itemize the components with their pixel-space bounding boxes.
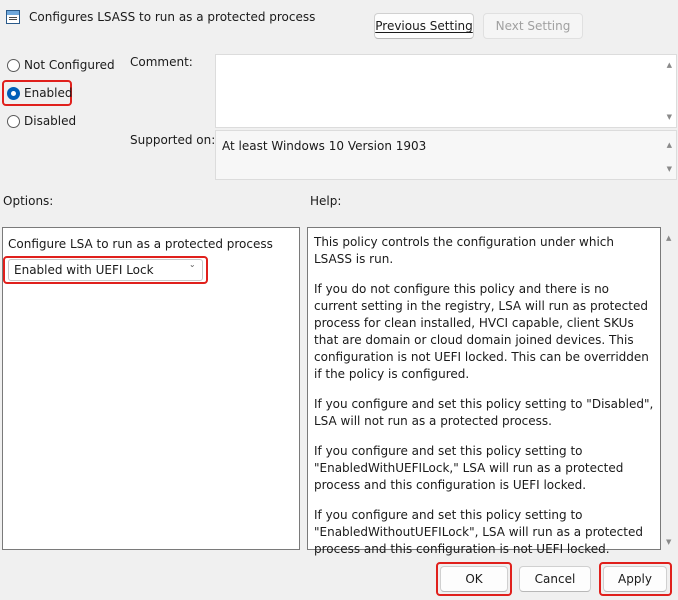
help-paragraph: This policy controls the configuration u… bbox=[314, 235, 614, 266]
radio-enabled-label: Enabled bbox=[24, 86, 73, 100]
next-setting-button[interactable]: Next Setting bbox=[483, 13, 583, 39]
policy-setting-icon bbox=[6, 10, 20, 24]
next-setting-label: Next Setting bbox=[495, 19, 571, 33]
apply-highlight-box bbox=[599, 562, 672, 596]
previous-setting-button[interactable]: Previous Setting bbox=[374, 13, 474, 39]
scroll-down-icon[interactable]: ▼ bbox=[667, 113, 672, 121]
scroll-up-icon[interactable]: ▲ bbox=[666, 234, 671, 242]
radio-circle-icon bbox=[7, 114, 20, 128]
help-paragraph: If you configure and set this policy set… bbox=[314, 508, 643, 556]
dropdown-highlight-box bbox=[3, 256, 208, 284]
comment-textarea[interactable]: ▲ ▼ bbox=[215, 54, 677, 128]
radio-circle-icon bbox=[7, 58, 20, 72]
scroll-up-icon[interactable]: ▲ bbox=[667, 141, 672, 149]
radio-disabled-label: Disabled bbox=[24, 114, 77, 128]
configure-lsa-label: Configure LSA to run as a protected proc… bbox=[8, 237, 273, 251]
help-paragraph: If you configure and set this policy set… bbox=[314, 397, 654, 428]
scroll-down-icon[interactable]: ▼ bbox=[666, 538, 671, 546]
options-header: Options: bbox=[3, 194, 54, 208]
scroll-up-icon[interactable]: ▲ bbox=[667, 61, 672, 69]
help-header: Help: bbox=[310, 194, 342, 208]
comment-label: Comment: bbox=[130, 55, 193, 69]
radio-not-configured-label: Not Configured bbox=[24, 58, 115, 72]
scroll-down-icon[interactable]: ▼ bbox=[667, 165, 672, 173]
radio-enabled[interactable]: Enabled bbox=[7, 86, 73, 100]
cancel-button[interactable]: Cancel bbox=[519, 566, 591, 592]
help-paragraph: If you configure and set this policy set… bbox=[314, 444, 624, 492]
supported-on-field: At least Windows 10 Version 1903 ▲ ▼ bbox=[215, 130, 677, 180]
help-panel: This policy controls the configuration u… bbox=[307, 227, 661, 556]
cancel-label: Cancel bbox=[534, 572, 576, 586]
window-title: Configures LSASS to run as a protected p… bbox=[29, 10, 316, 24]
supported-on-value: At least Windows 10 Version 1903 bbox=[222, 139, 427, 153]
previous-setting-label: Previous Setting bbox=[375, 19, 473, 33]
radio-selected-icon bbox=[7, 86, 20, 100]
radio-disabled[interactable]: Disabled bbox=[7, 114, 76, 128]
help-paragraph: If you do not configure this policy and … bbox=[314, 282, 649, 381]
supported-on-label: Supported on: bbox=[130, 133, 216, 147]
radio-not-configured[interactable]: Not Configured bbox=[7, 58, 115, 72]
ok-highlight-box bbox=[436, 562, 512, 596]
